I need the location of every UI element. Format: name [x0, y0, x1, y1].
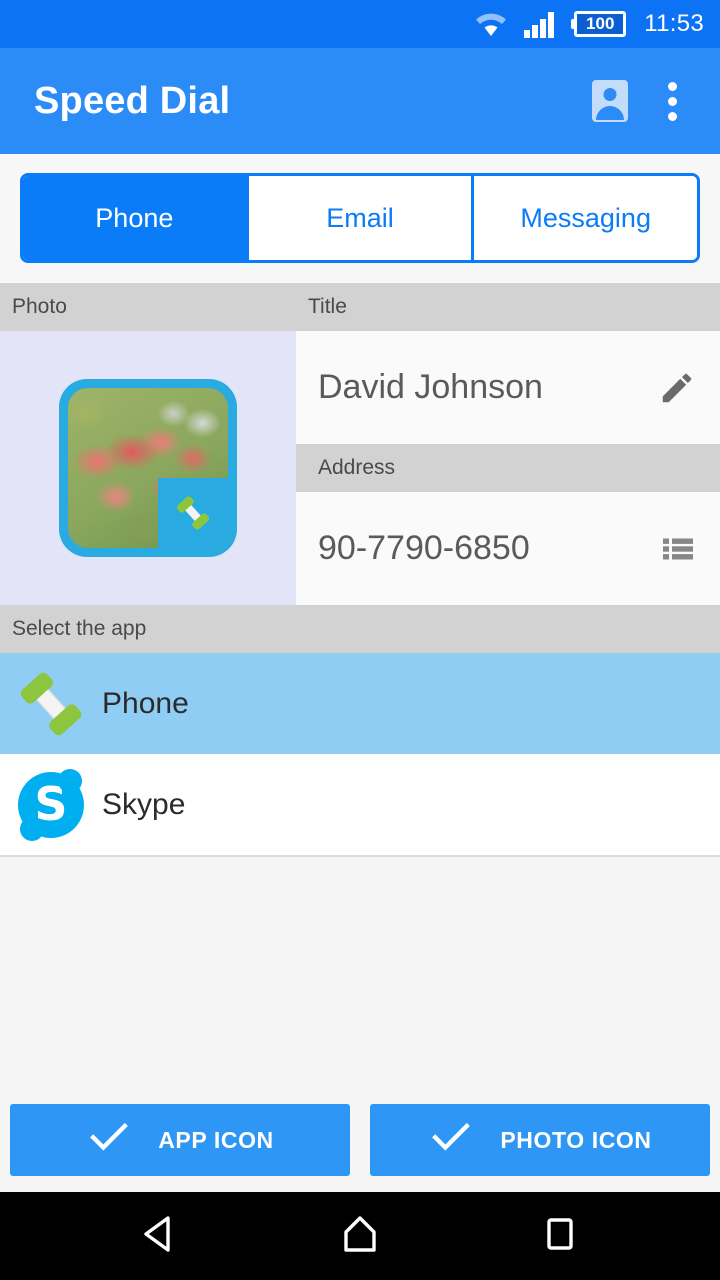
app-root: 100 11:53 Speed Dial Phone Email Messagi… — [0, 0, 720, 1280]
address-header-label: Address — [318, 456, 396, 479]
status-bar: 100 11:53 — [0, 0, 720, 48]
battery-level: 100 — [574, 11, 627, 37]
home-icon — [339, 1213, 381, 1260]
phone-handset-icon — [14, 667, 88, 741]
page-title: Speed Dial — [34, 79, 231, 122]
skype-icon: S — [14, 768, 88, 842]
app-picker-header: Select the app — [0, 605, 720, 653]
more-vertical-icon — [656, 78, 689, 125]
empty-content-area — [0, 857, 720, 1088]
overflow-menu-button[interactable] — [644, 73, 700, 129]
app-picker-header-label: Select the app — [12, 617, 147, 640]
photo-icon-button[interactable]: PHOTO ICON — [370, 1104, 710, 1176]
check-icon — [428, 1117, 474, 1163]
nav-home-button[interactable] — [315, 1192, 405, 1280]
footer-button-bar: APP ICON PHOTO ICON — [0, 1088, 720, 1192]
contact-info-cell: David Johnson Address 90-7790-6850 — [296, 331, 720, 605]
photo-column-header: Photo — [0, 295, 296, 319]
signal-bars-icon — [523, 10, 557, 38]
android-nav-bar — [0, 1192, 720, 1280]
list-icon[interactable] — [660, 531, 696, 567]
tab-messaging[interactable]: Messaging — [474, 176, 697, 260]
nav-recents-button[interactable] — [515, 1192, 605, 1280]
contacts-button[interactable] — [582, 73, 638, 129]
contact-photo-cell[interactable] — [0, 331, 296, 605]
tab-email[interactable]: Email — [248, 176, 475, 260]
title-column-header: Title — [296, 295, 720, 319]
app-row-phone[interactable]: Phone — [0, 653, 720, 754]
title-header-label: Title — [308, 295, 347, 318]
check-icon — [86, 1117, 132, 1163]
phone-handset-icon — [158, 478, 228, 548]
contact-photo-frame — [59, 379, 237, 557]
app-row-skype[interactable]: S Skype — [0, 754, 720, 855]
back-triangle-icon — [140, 1213, 180, 1260]
contact-table-header: Photo Title — [0, 283, 720, 331]
app-bar: Speed Dial — [0, 48, 720, 154]
wifi-icon — [473, 10, 509, 38]
contact-card-icon — [592, 80, 628, 122]
contact-detail-row: David Johnson Address 90-7790-6850 — [0, 331, 720, 605]
app-label-skype: Skype — [102, 787, 186, 821]
contact-address-row[interactable]: 90-7790-6850 — [296, 492, 720, 605]
tab-bar: Phone Email Messaging — [20, 173, 700, 263]
recents-square-icon — [541, 1213, 579, 1260]
battery-icon: 100 — [571, 11, 627, 37]
status-icons: 100 11:53 — [473, 10, 704, 38]
address-header: Address — [296, 444, 720, 492]
app-icon-button-label: APP ICON — [158, 1126, 274, 1153]
nav-back-button[interactable] — [115, 1192, 205, 1280]
status-clock: 11:53 — [644, 10, 704, 37]
contact-title-row[interactable]: David Johnson — [296, 331, 720, 444]
tab-phone[interactable]: Phone — [23, 176, 249, 260]
contact-address-value: 90-7790-6850 — [318, 529, 530, 567]
photo-header-label: Photo — [12, 295, 67, 318]
pencil-icon[interactable] — [658, 369, 696, 407]
tab-region: Phone Email Messaging — [0, 154, 720, 283]
app-label-phone: Phone — [102, 686, 189, 720]
contact-title-value: David Johnson — [318, 368, 543, 406]
app-icon-button[interactable]: APP ICON — [10, 1104, 350, 1176]
photo-icon-button-label: PHOTO ICON — [500, 1126, 652, 1153]
